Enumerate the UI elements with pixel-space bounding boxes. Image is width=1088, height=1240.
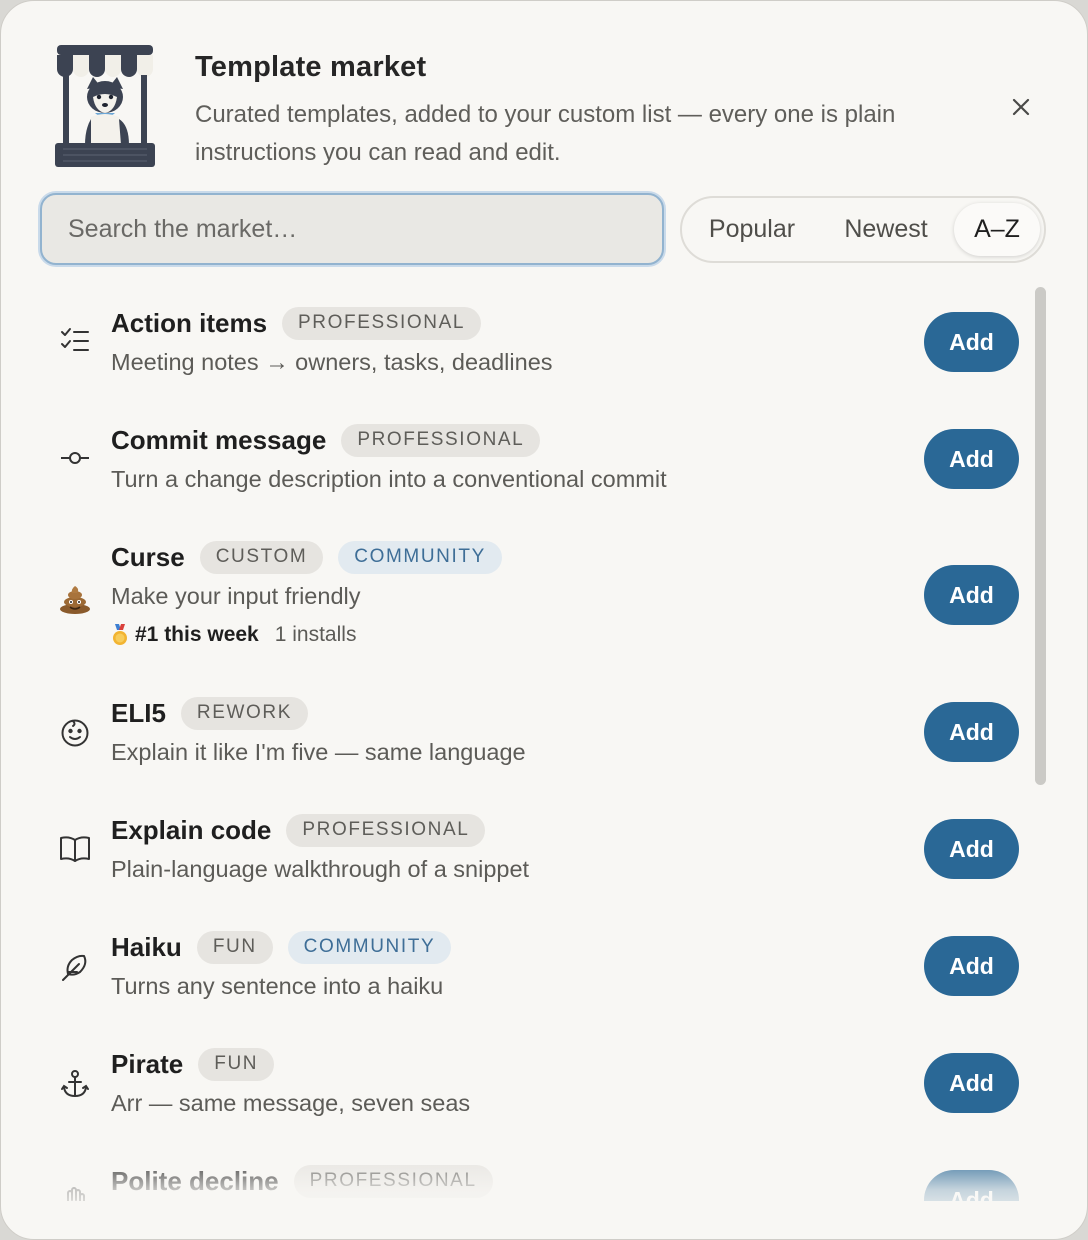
template-description: Turns any sentence into a haiku bbox=[111, 973, 444, 999]
category-badge: REWORK bbox=[180, 696, 309, 730]
sort-option-newest[interactable]: Newest bbox=[830, 203, 942, 256]
hand-icon bbox=[57, 1183, 93, 1201]
template-list: Action items PROFESSIONAL Meeting notes … bbox=[1, 271, 1087, 1201]
close-icon bbox=[1012, 98, 1030, 116]
add-button[interactable]: Add bbox=[924, 565, 1019, 625]
template-market-dialog: Template market Curated templates, added… bbox=[0, 0, 1088, 1240]
template-name: Explain code bbox=[111, 814, 272, 845]
category-badge: FUN bbox=[196, 930, 273, 964]
baby-face-icon bbox=[57, 715, 93, 751]
medal-icon bbox=[113, 624, 127, 645]
add-button[interactable]: Add bbox=[924, 1053, 1019, 1113]
list-scrollbar[interactable] bbox=[1035, 287, 1046, 785]
template-description: Plain-language walkthrough of a snippet bbox=[111, 856, 530, 882]
category-badge: CUSTOM bbox=[199, 540, 324, 574]
close-button[interactable] bbox=[1005, 91, 1037, 123]
template-description: Meeting notes → owners, tasks, deadlines bbox=[111, 349, 553, 375]
template-name: Action items bbox=[111, 307, 268, 338]
category-badge: PROFESSIONAL bbox=[282, 306, 482, 340]
template-name: Haiku bbox=[111, 931, 182, 962]
template-description: Make your input friendly bbox=[111, 583, 361, 609]
template-name: Curse bbox=[111, 541, 185, 572]
git-commit-icon bbox=[57, 440, 93, 476]
community-badge: COMMUNITY bbox=[287, 930, 452, 964]
community-badge: COMMUNITY bbox=[338, 540, 502, 574]
category-badge: FUN bbox=[198, 1047, 275, 1081]
feather-icon bbox=[57, 949, 93, 985]
template-description: Explain it like I'm five — same language bbox=[111, 739, 526, 765]
pile-of-poo-icon bbox=[57, 581, 93, 617]
category-badge: PROFESSIONAL bbox=[293, 1164, 493, 1198]
template-name: Polite decline bbox=[111, 1165, 279, 1196]
sort-segmented-control: Popular Newest A–Z bbox=[680, 196, 1046, 263]
weekly-rank: #1 this week bbox=[135, 623, 259, 646]
checklist-icon bbox=[57, 323, 93, 359]
dialog-subtitle: Curated templates, added to your custom … bbox=[195, 101, 896, 166]
sort-option-popular[interactable]: Popular bbox=[696, 203, 808, 256]
add-button[interactable]: Add bbox=[924, 819, 1019, 879]
add-button[interactable]: Add bbox=[924, 429, 1019, 489]
category-badge: PROFESSIONAL bbox=[286, 813, 486, 847]
template-name: ELI5 bbox=[111, 697, 166, 728]
template-description: Turn a change description into a convent… bbox=[111, 466, 667, 492]
template-stats: #1 this week 1 installs bbox=[111, 623, 356, 647]
category-badge: PROFESSIONAL bbox=[341, 423, 541, 457]
template-name: Commit message bbox=[111, 424, 327, 455]
template-name: Pirate bbox=[111, 1048, 184, 1079]
open-book-icon bbox=[57, 831, 93, 867]
market-stall-husky-icon bbox=[53, 39, 157, 169]
sort-option-a-z[interactable]: A–Z bbox=[954, 203, 1040, 256]
anchor-icon bbox=[57, 1066, 93, 1102]
add-button[interactable]: Add bbox=[924, 702, 1019, 762]
search-input[interactable] bbox=[40, 193, 664, 265]
dialog-title: Template market bbox=[195, 51, 427, 83]
add-button[interactable]: Add bbox=[924, 312, 1019, 372]
add-button[interactable]: Add bbox=[924, 1170, 1019, 1201]
install-count: 1 installs bbox=[274, 623, 357, 646]
template-description: Arr — same message, seven seas bbox=[111, 1090, 471, 1116]
add-button[interactable]: Add bbox=[924, 936, 1019, 996]
